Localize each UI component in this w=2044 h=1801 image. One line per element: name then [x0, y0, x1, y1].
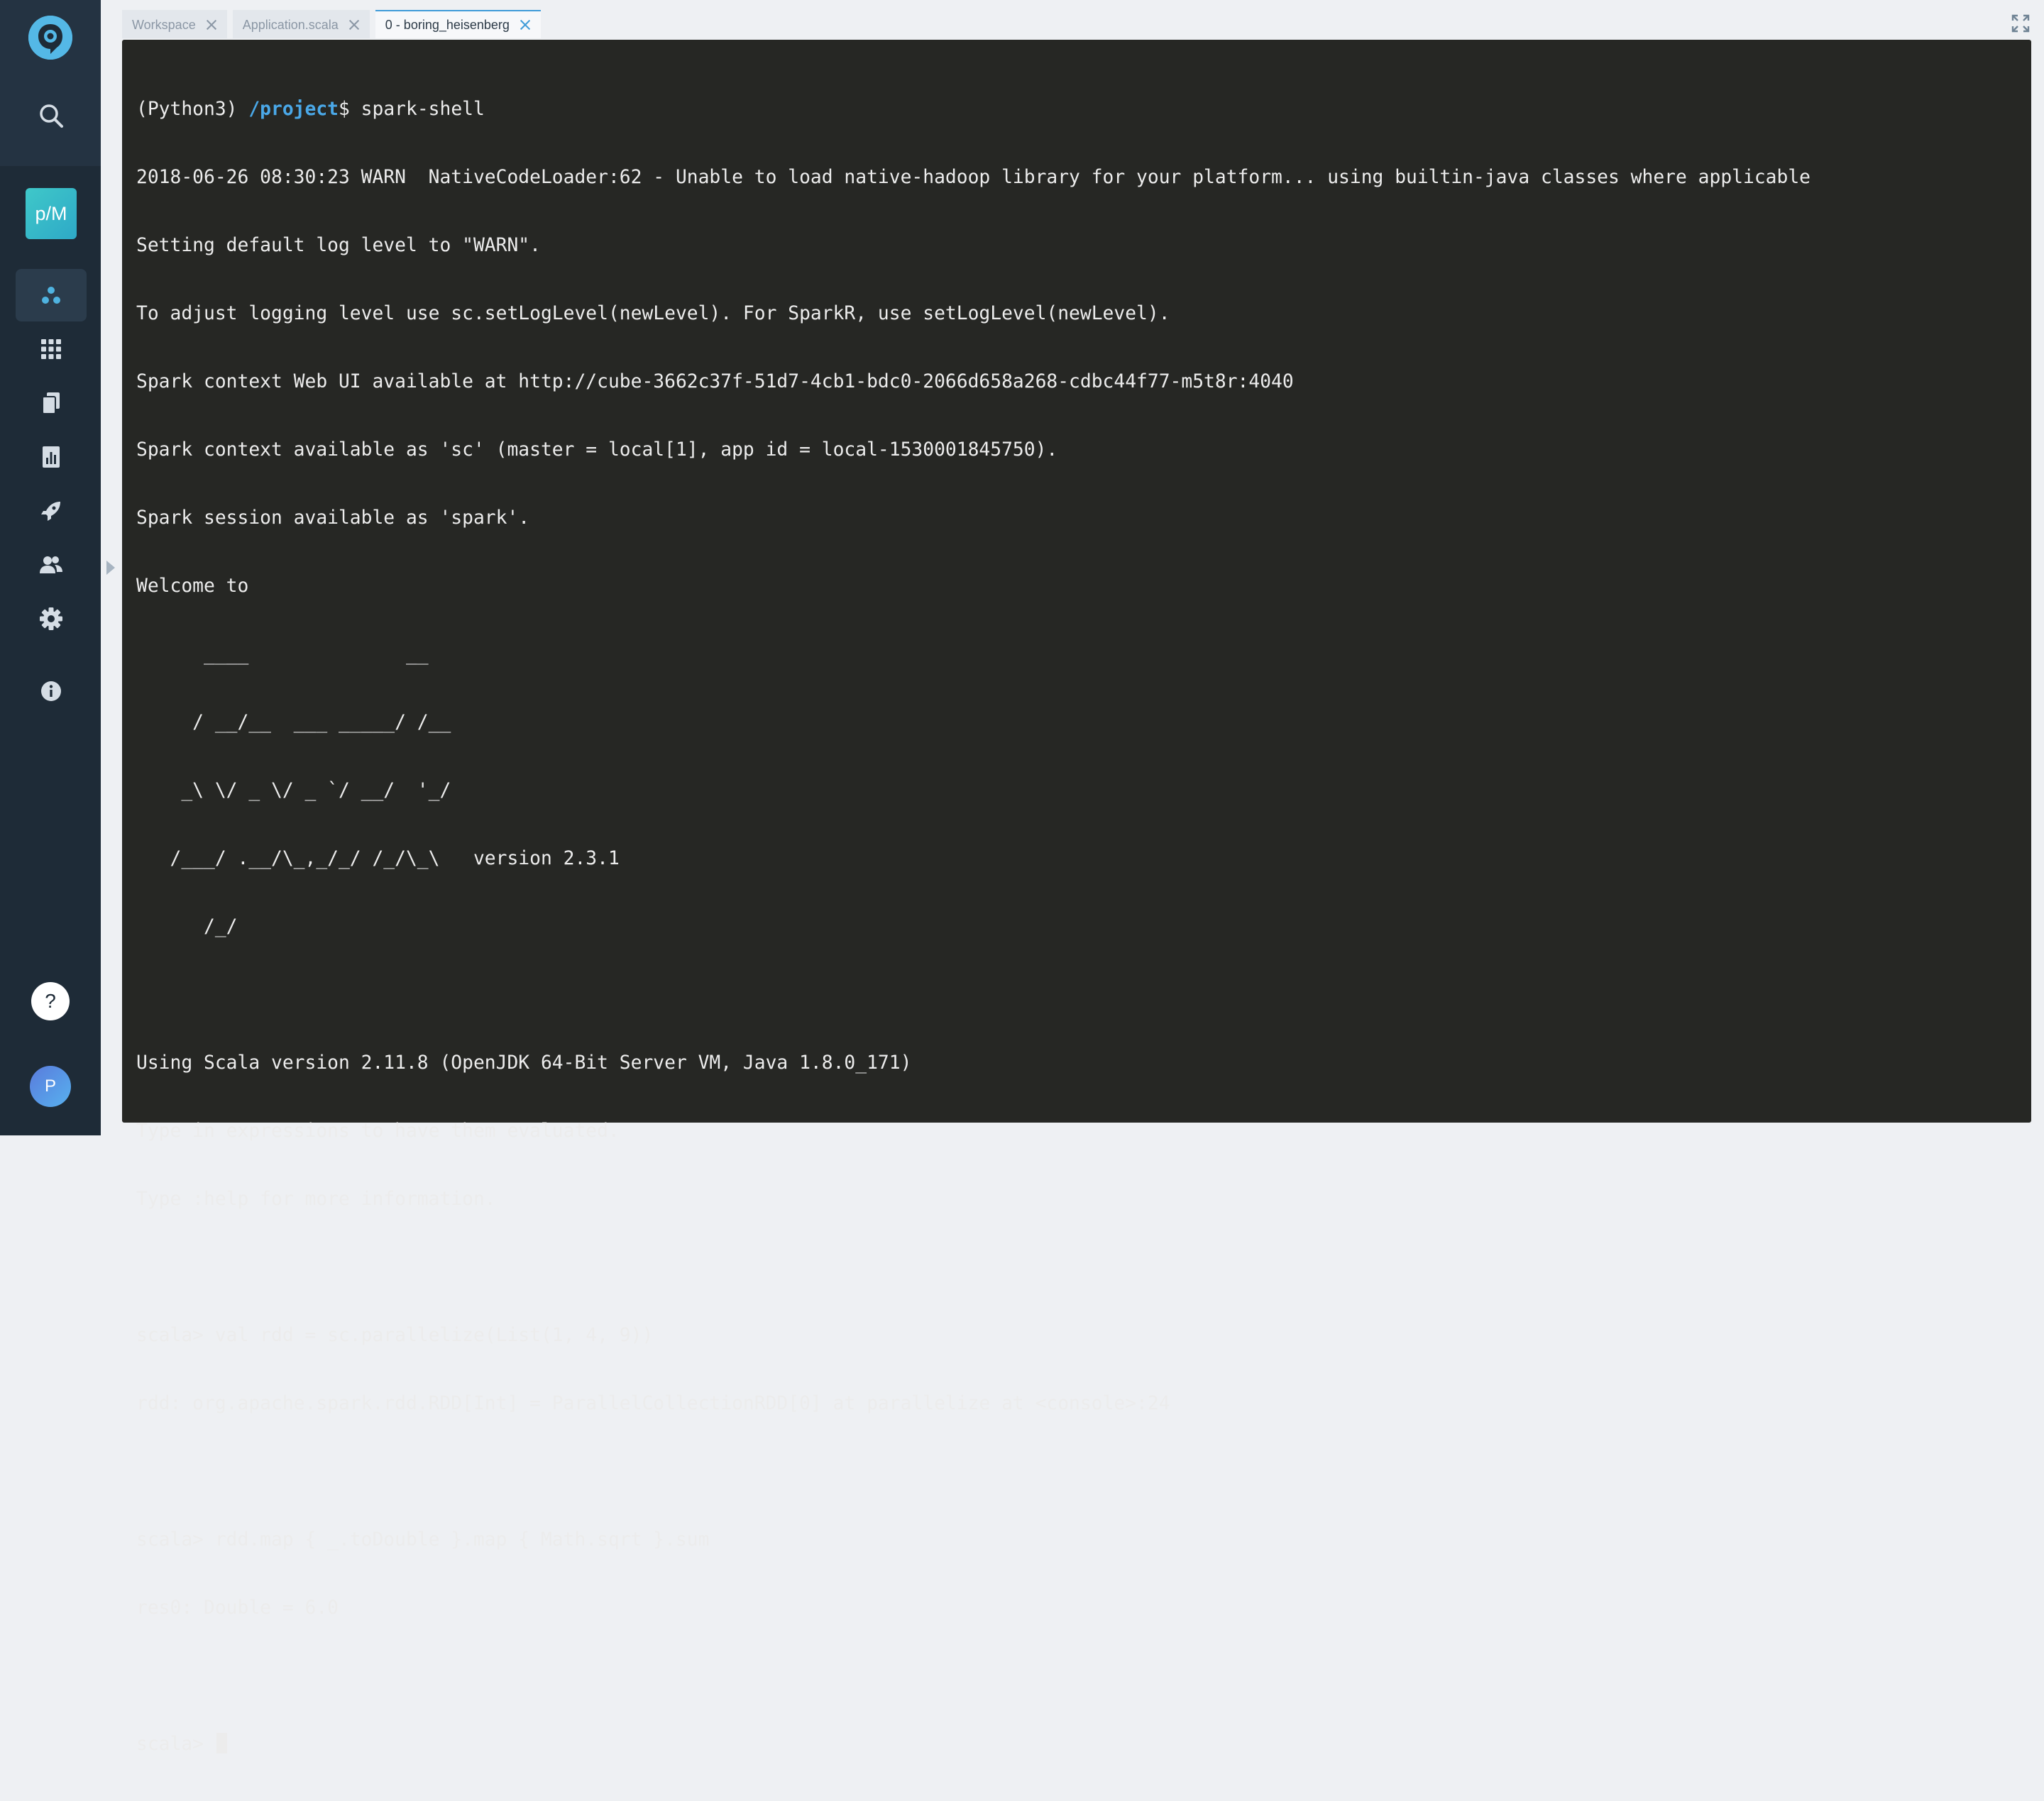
close-icon[interactable]: [206, 19, 217, 31]
terminal-line: Type :help for more information.: [136, 1189, 496, 1210]
terminal-line: Spark context Web UI available at http:/…: [136, 371, 1294, 392]
sidebar-collapse-arrow-icon[interactable]: [106, 561, 115, 575]
deploy-rocket-icon[interactable]: [16, 485, 87, 537]
scala-prompt: scala>: [136, 1734, 215, 1755]
terminal-pane[interactable]: (Python3) /project$ spark-shell 2018-06-…: [122, 40, 2031, 1755]
tab-label: Workspace: [132, 17, 196, 32]
prompt-path: /project: [248, 99, 339, 120]
search-icon[interactable]: [16, 89, 87, 142]
settings-gear-icon[interactable]: [16, 593, 87, 645]
prompt-command: $ spark-shell: [339, 99, 485, 120]
terminal-line: Using Scala version 2.11.8 (OpenJDK 64-B…: [136, 1052, 912, 1074]
fullscreen-icon[interactable]: [2011, 14, 2030, 33]
info-icon[interactable]: [16, 665, 87, 717]
terminal-line: Spark context available as 'sc' (master …: [136, 439, 1058, 461]
tab-application-scala[interactable]: Application.scala: [232, 10, 370, 38]
help-button[interactable]: ?: [31, 982, 70, 1020]
spark-banner-line: /___/ .__/\_,_/_/ /_/\_\ version 2.3.1: [136, 848, 620, 869]
sidebar: p/M ? P: [0, 0, 101, 1135]
spark-banner-line: / __/__ ___ _____/ /__: [136, 712, 451, 733]
spark-banner-line: _\ \/ _ \/ _ `/ __/ '_/: [136, 780, 451, 801]
users-icon[interactable]: [16, 539, 87, 591]
terminal-output: (Python3) /project$ spark-shell 2018-06-…: [136, 53, 1811, 1801]
terminal-line: scala> val rdd = sc.parallelize(List(1, …: [136, 1325, 654, 1346]
spark-banner-line: ____ __: [136, 644, 429, 665]
close-icon[interactable]: [520, 19, 531, 31]
terminal-line: Type in expressions to have them evaluat…: [136, 1120, 620, 1142]
prompt-prefix: (Python3): [136, 99, 249, 120]
terminal-line: rdd: org.apache.spark.rdd.RDD[Int] = Par…: [136, 1393, 1170, 1414]
terminal-line: scala> rdd.map { _.toDouble }.map { Math…: [136, 1529, 710, 1551]
user-avatar[interactable]: P: [30, 1066, 71, 1107]
project-badge[interactable]: p/M: [26, 188, 77, 239]
tab-label: Application.scala: [242, 17, 339, 32]
terminal-command-line: (Python3) /project$ spark-shell: [136, 98, 1811, 121]
terminal-cursor: [216, 1733, 227, 1753]
close-icon[interactable]: [348, 19, 360, 31]
terminal-line: Spark session available as 'spark'.: [136, 507, 530, 529]
workspace-icon[interactable]: [16, 269, 87, 321]
tab-bar: Workspace Application.scala 0 - boring_h…: [122, 10, 546, 38]
reports-icon[interactable]: [16, 431, 87, 483]
app-logo-icon[interactable]: [28, 16, 72, 60]
terminal-line: To adjust logging level use sc.setLogLev…: [136, 303, 1170, 324]
terminal-line: Welcome to: [136, 575, 249, 597]
apps-grid-icon[interactable]: [16, 323, 87, 375]
terminal-input-line[interactable]: scala>: [136, 1733, 1811, 1756]
documents-icon[interactable]: [16, 377, 87, 429]
tab-label: 0 - boring_heisenberg: [385, 17, 510, 32]
spark-banner-line: /_/: [136, 916, 238, 937]
terminal-line: 2018-06-26 08:30:23 WARN NativeCodeLoade…: [136, 167, 1811, 188]
terminal-line: res0: Double = 6.0: [136, 1597, 339, 1619]
tab-workspace[interactable]: Workspace: [122, 10, 227, 38]
tab-terminal-session[interactable]: 0 - boring_heisenberg: [375, 10, 541, 38]
terminal-line: Setting default log level to "WARN".: [136, 235, 541, 256]
